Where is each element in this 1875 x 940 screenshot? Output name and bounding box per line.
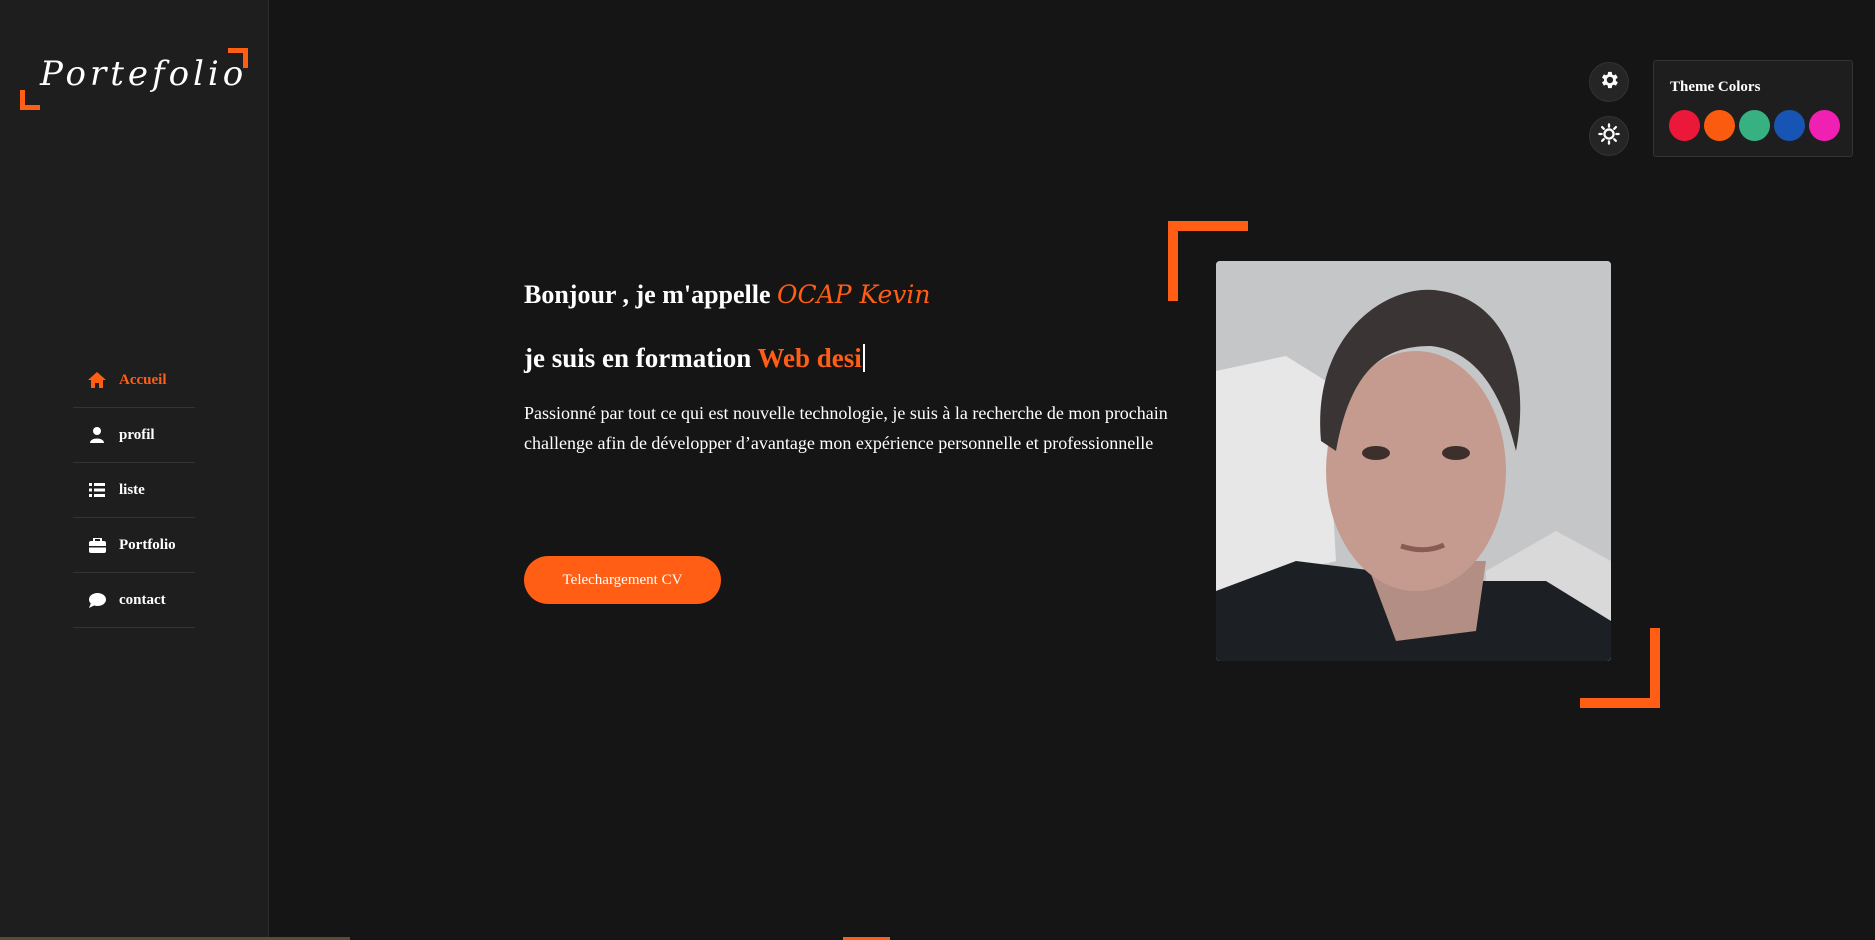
formation-prefix: je suis en formation bbox=[524, 343, 758, 373]
color-swatch-blue[interactable] bbox=[1774, 110, 1805, 141]
nav-item-portfolio[interactable]: Portfolio bbox=[73, 518, 195, 573]
profile-photo bbox=[1216, 261, 1611, 661]
logo-corner-bottom-left bbox=[20, 90, 40, 110]
gear-icon bbox=[1598, 69, 1620, 95]
nav-label: profil bbox=[119, 426, 155, 443]
color-swatch-pink[interactable] bbox=[1809, 110, 1840, 141]
greeting-heading: Bonjour , je m'appelle OCAP Kevin bbox=[524, 280, 931, 310]
color-swatches bbox=[1669, 110, 1840, 141]
nav-label: contact bbox=[119, 591, 166, 608]
nav-label: Portfolio bbox=[119, 536, 176, 553]
nav-item-profil[interactable]: profil bbox=[73, 408, 195, 463]
sun-icon bbox=[1598, 123, 1620, 149]
greeting-text: Bonjour , je m'appelle bbox=[524, 280, 778, 309]
nav-label: Accueil bbox=[119, 371, 167, 388]
color-swatch-red[interactable] bbox=[1669, 110, 1700, 141]
settings-toggle-button[interactable] bbox=[1589, 62, 1629, 102]
theme-colors-title: Theme Colors bbox=[1670, 79, 1761, 95]
nav-item-contact[interactable]: contact bbox=[73, 573, 195, 628]
formation-heading: je suis en formation Web desi bbox=[524, 343, 865, 374]
home-icon bbox=[87, 370, 107, 390]
chat-icon bbox=[87, 590, 107, 610]
color-swatch-orange[interactable] bbox=[1704, 110, 1735, 141]
color-swatch-green[interactable] bbox=[1739, 110, 1770, 141]
user-icon bbox=[87, 425, 107, 445]
list-icon bbox=[87, 480, 107, 500]
typed-text: Web desi bbox=[757, 343, 862, 373]
nav-item-accueil[interactable]: Accueil bbox=[73, 353, 195, 408]
logo-text: Portefolio bbox=[40, 54, 248, 94]
main-nav: Accueil profil liste Portfolio contact bbox=[73, 353, 195, 628]
briefcase-icon bbox=[87, 535, 107, 555]
intro-paragraph: Passionné par tout ce qui est nouvelle t… bbox=[524, 403, 1168, 453]
typing-cursor bbox=[862, 344, 865, 372]
nav-item-liste[interactable]: liste bbox=[73, 463, 195, 518]
page: Portefolio Accueil profil liste Portfoli… bbox=[0, 0, 1875, 940]
nav-label: liste bbox=[119, 481, 145, 498]
download-cv-button[interactable]: Telechargement CV bbox=[524, 556, 721, 604]
sidebar: Portefolio Accueil profil liste Portfoli… bbox=[0, 0, 269, 940]
logo[interactable]: Portefolio bbox=[20, 48, 248, 110]
person-name: OCAP Kevin bbox=[777, 280, 931, 309]
day-night-toggle-button[interactable] bbox=[1589, 116, 1629, 156]
theme-colors-panel: Theme Colors bbox=[1653, 60, 1853, 157]
